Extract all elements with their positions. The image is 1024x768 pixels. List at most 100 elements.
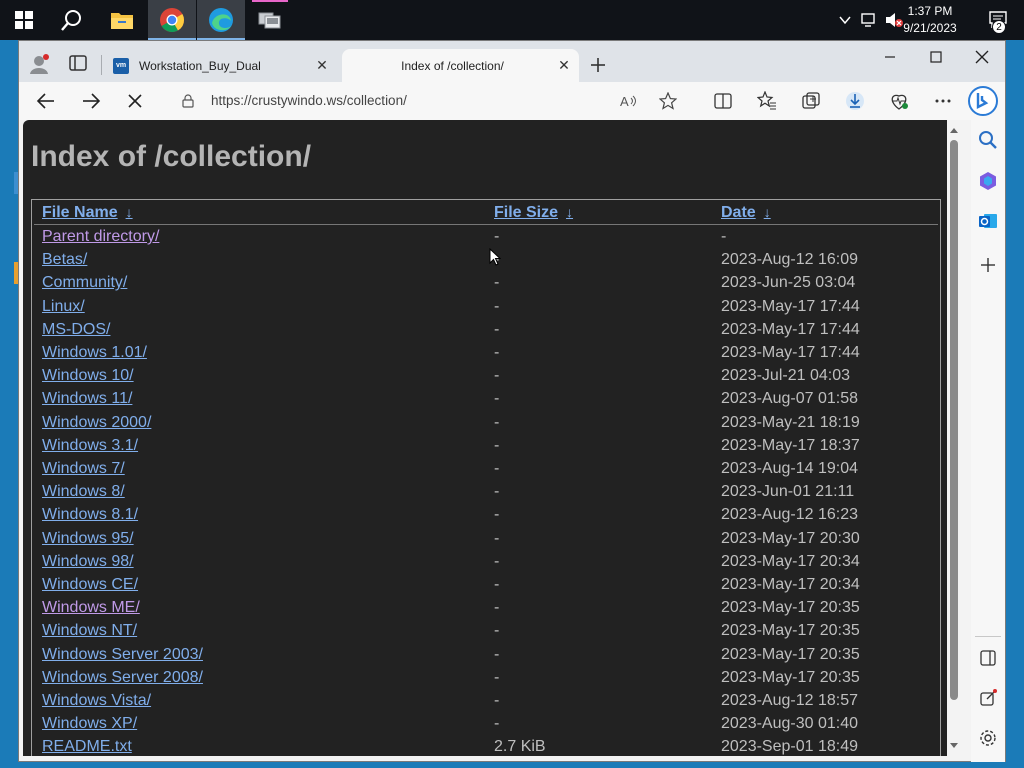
close-icon: [975, 50, 989, 64]
clock-date: 9/21/2023: [903, 21, 957, 35]
table-row: Parent directory/ - -: [32, 226, 940, 249]
file-link[interactable]: Linux/: [42, 298, 85, 316]
file-size: -: [494, 552, 500, 570]
file-link[interactable]: Windows 2000/: [42, 414, 151, 432]
gear-icon[interactable]: [978, 728, 998, 748]
column-header-file-size[interactable]: File Size ↓: [494, 204, 573, 224]
taskbar: 1:37 PM 9/21/2023 2: [0, 0, 1024, 40]
new-tab-button[interactable]: [587, 54, 609, 76]
minimize-button[interactable]: [867, 41, 913, 73]
tab-strip: vm Workstation_Buy_Dual ✕ Index of /coll…: [19, 41, 1005, 82]
close-tab-icon[interactable]: ✕: [311, 55, 333, 77]
table-row: Windows 95/ - 2023-May-17 20:30: [32, 528, 940, 551]
tab-workstation[interactable]: vm Workstation_Buy_Dual ✕: [105, 49, 337, 82]
taskbar-file-explorer[interactable]: [98, 0, 146, 40]
profile-button[interactable]: [29, 53, 51, 75]
file-link[interactable]: Betas/: [42, 251, 87, 269]
read-aloud-icon[interactable]: A: [619, 92, 637, 110]
file-size: -: [494, 692, 500, 709]
file-link[interactable]: Windows NT/: [42, 622, 137, 640]
table-row: Windows 98/ - 2023-May-17 20:34: [32, 551, 940, 574]
close-icon: [128, 94, 142, 108]
plus-icon[interactable]: [978, 255, 998, 275]
collections-icon[interactable]: [801, 91, 821, 111]
back-button[interactable]: [35, 90, 57, 112]
favorites-icon[interactable]: [757, 91, 777, 111]
file-link[interactable]: Windows Server 2008/: [42, 669, 203, 687]
arrow-left-icon: [36, 93, 54, 109]
table-row: Betas/-2023-Aug-12 16:09: [32, 249, 940, 272]
scroll-down-icon[interactable]: [949, 740, 959, 750]
taskbar-edge[interactable]: [197, 0, 245, 40]
search-button[interactable]: [48, 0, 96, 40]
hide-sidebar-icon[interactable]: [978, 648, 998, 668]
vmware-favicon-icon: vm: [113, 57, 129, 74]
maximize-button[interactable]: [913, 41, 959, 73]
clock[interactable]: 1:37 PM 9/21/2023: [894, 3, 966, 37]
table-row: Windows Server 2008/ - 2023-May-17 20:35: [32, 667, 940, 690]
vertical-scrollbar[interactable]: [947, 120, 961, 756]
file-date: 2023-May-17 20:34: [721, 576, 860, 593]
file-link[interactable]: Parent directory/: [42, 228, 159, 246]
file-link[interactable]: Windows 11/: [42, 390, 132, 408]
taskbar-chrome[interactable]: [148, 0, 196, 40]
stop-loading-button[interactable]: [124, 90, 146, 112]
file-link[interactable]: Windows Server 2003/: [42, 646, 203, 664]
browser-essentials-icon[interactable]: [889, 91, 909, 111]
file-date: 2023-Sep-01 18:49: [721, 738, 858, 756]
file-link[interactable]: README.txt: [42, 738, 132, 756]
file-link[interactable]: Windows ME/: [42, 599, 140, 617]
file-listing-table: File Name ↓ File Size ↓ Date ↓ Parent direc…: [31, 199, 941, 756]
close-window-button[interactable]: [959, 41, 1005, 73]
tab-title: Index of /collection/: [401, 58, 504, 73]
table-row: README.txt 2.7 KiB 2023-Sep-01 18:49: [32, 736, 940, 756]
chevron-up-icon[interactable]: [838, 13, 852, 27]
split-screen-icon[interactable]: [713, 91, 733, 111]
tab-actions-icon: [69, 55, 87, 71]
file-date: 2023-May-17 20:35: [721, 668, 860, 686]
table-row: Windows Server 2003/ - 2023-May-17 20:35: [32, 644, 940, 667]
file-link[interactable]: Windows XP/: [42, 715, 137, 733]
taskbar-vmware[interactable]: [246, 0, 294, 40]
file-link[interactable]: MS-DOS/: [42, 321, 110, 339]
address-url[interactable]: https://crustywindo.ws/collection/: [211, 93, 407, 108]
column-header-file-name[interactable]: File Name ↓: [42, 204, 133, 224]
star-icon[interactable]: [659, 92, 677, 110]
file-link[interactable]: Windows 10/: [42, 367, 134, 385]
network-icon[interactable]: [860, 12, 878, 28]
file-size: -: [494, 483, 500, 501]
tab-separator: [101, 55, 102, 75]
search-icon[interactable]: [978, 130, 998, 150]
lock-icon[interactable]: [181, 94, 195, 108]
close-tab-icon[interactable]: ✕: [553, 55, 575, 77]
scroll-up-icon[interactable]: [949, 126, 959, 136]
file-link[interactable]: Windows Vista/: [42, 692, 151, 710]
tab-index-of-collection[interactable]: Index of /collection/ ✕: [342, 49, 579, 82]
file-size: -: [494, 320, 500, 338]
scrollbar-thumb[interactable]: [950, 140, 958, 700]
file-date: 2023-Aug-30 01:40: [721, 715, 858, 733]
file-link[interactable]: Windows CE/: [42, 576, 138, 594]
more-options-icon[interactable]: [933, 91, 953, 111]
external-link-icon[interactable]: [978, 688, 998, 708]
shopping-icon[interactable]: [978, 171, 998, 191]
file-link[interactable]: Windows 8.1/: [42, 506, 138, 524]
file-link[interactable]: Windows 7/: [42, 460, 125, 478]
downloads-icon[interactable]: [845, 91, 865, 111]
column-header-date[interactable]: Date ↓: [721, 204, 771, 224]
file-link[interactable]: Windows 8/: [42, 483, 125, 501]
tab-actions-button[interactable]: [69, 55, 87, 71]
file-link[interactable]: Windows 98/: [42, 553, 134, 571]
file-size: -: [494, 599, 500, 617]
file-date: 2023-Jun-01 21:11: [721, 483, 855, 501]
chrome-icon: [160, 8, 184, 33]
file-link[interactable]: Windows 1.01/: [42, 344, 147, 362]
file-link[interactable]: Community/: [42, 274, 127, 292]
address-bar[interactable]: https://crustywindo.ws/collection/ A: [167, 86, 717, 116]
forward-button[interactable]: [80, 90, 102, 112]
start-button[interactable]: [0, 0, 48, 40]
bing-copilot-icon[interactable]: [968, 86, 998, 116]
file-link[interactable]: Windows 3.1/: [42, 437, 138, 455]
file-link[interactable]: Windows 95/: [42, 530, 134, 548]
outlook-icon[interactable]: [978, 211, 998, 231]
